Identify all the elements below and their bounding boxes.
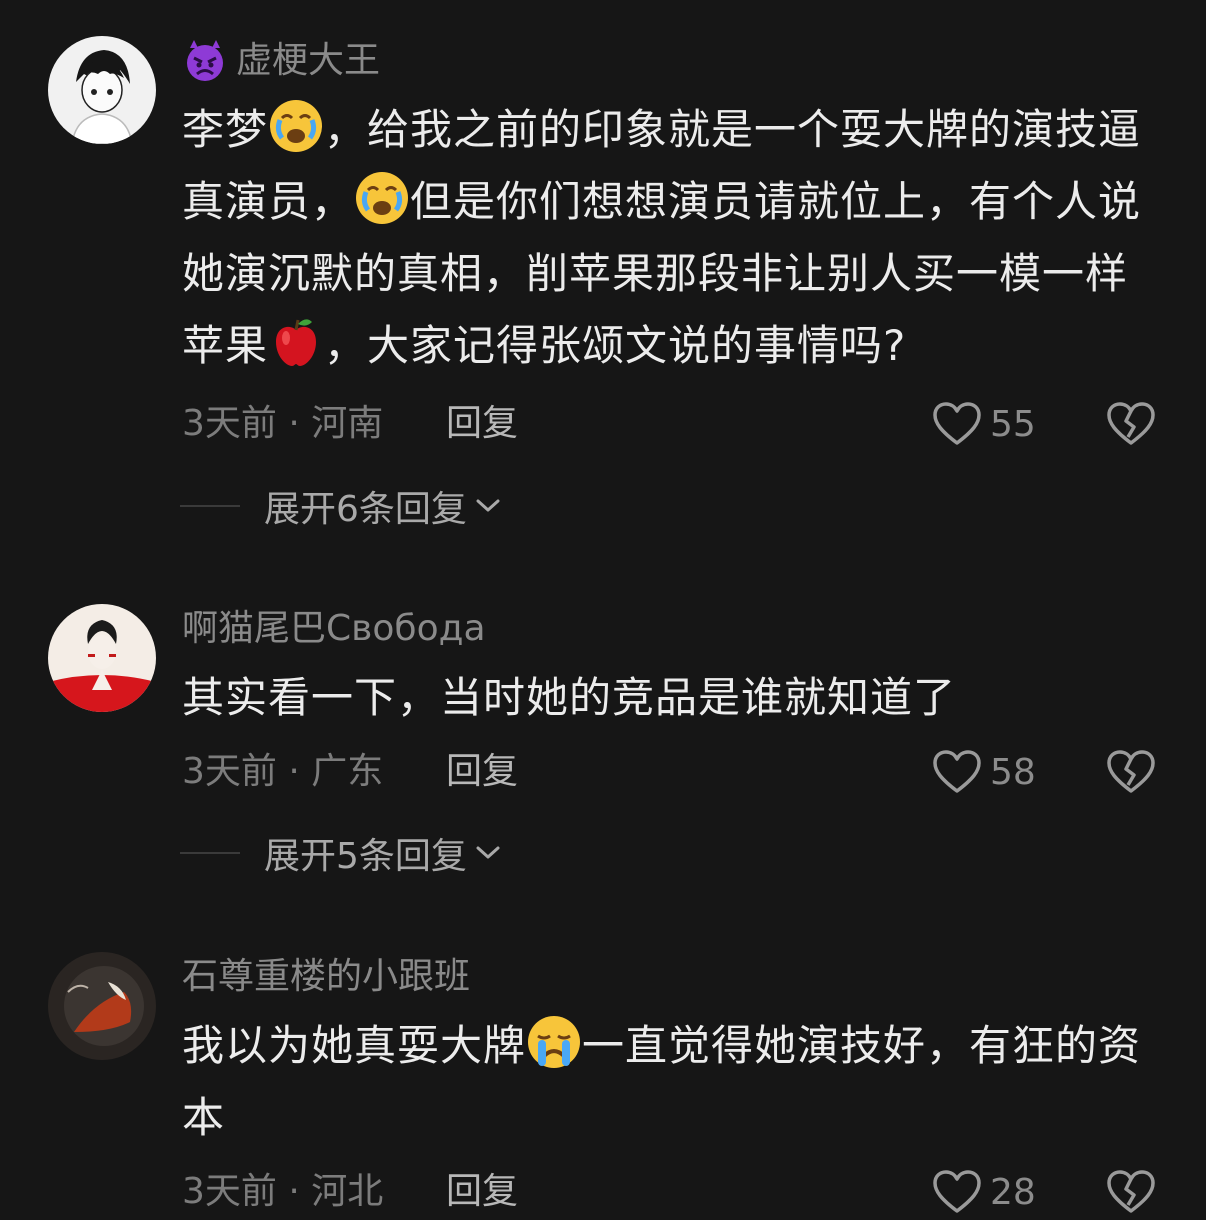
reply-button[interactable]: 回复	[446, 396, 518, 452]
broken-heart-icon[interactable]	[1106, 749, 1156, 795]
apple-emoji-icon	[268, 314, 324, 370]
comment-text: 其实看一下，当时她的竞品是谁就知道了	[182, 673, 957, 722]
comment-meta: 3天前 · 河北 回复	[182, 1164, 518, 1220]
heart-icon	[932, 1169, 982, 1215]
like-count: 55	[990, 403, 1036, 445]
chevron-down-icon	[475, 498, 501, 514]
broken-heart-icon[interactable]	[1106, 401, 1156, 447]
girl-red-dress-avatar-image	[48, 604, 156, 712]
username[interactable]: 虚梗大王	[182, 36, 380, 86]
time-location: 3天前 · 广东	[182, 751, 384, 792]
avatar[interactable]	[48, 952, 156, 1060]
avatar[interactable]	[48, 604, 156, 712]
like-button[interactable]: 55	[932, 396, 1036, 452]
like-count: 58	[990, 751, 1036, 793]
avatar[interactable]	[48, 36, 156, 144]
expand-replies-button[interactable]: 展开5条回复	[180, 828, 501, 878]
anime-boy-avatar-image	[48, 36, 156, 144]
heart-icon	[932, 749, 982, 795]
time-location: 3天前 · 河南	[182, 403, 384, 444]
like-count: 28	[990, 1171, 1036, 1213]
comment-meta: 3天前 · 河南 回复	[182, 396, 518, 452]
dark-painting-avatar-image	[48, 952, 156, 1060]
loudly-crying-face-icon	[526, 1014, 582, 1070]
like-button[interactable]: 58	[932, 744, 1036, 800]
chevron-down-icon	[475, 845, 501, 861]
username[interactable]: 石尊重楼的小跟班	[182, 952, 470, 1002]
time-location: 3天前 · 河北	[182, 1171, 384, 1212]
reply-button[interactable]: 回复	[446, 744, 518, 800]
broken-heart-icon[interactable]	[1106, 1169, 1156, 1215]
username[interactable]: 啊猫尾巴Свобода	[182, 604, 486, 654]
comment-text: 李梦 ，给我之前的印象就是一个耍大牌的演技逼真演员， 但是你们想想演员请就位上，有个…	[182, 94, 1162, 382]
expand-replies-button[interactable]: 展开6条回复	[180, 481, 501, 531]
divider	[180, 505, 240, 507]
comment-meta: 3天前 · 广东 回复	[182, 744, 518, 800]
comment-text: 我以为她真耍大牌 一直觉得她演技好，有狂的资本	[182, 1010, 1162, 1154]
devil-emoji-icon	[187, 40, 223, 81]
divider	[180, 852, 240, 854]
crying-face-icon	[354, 170, 410, 226]
crying-face-icon	[268, 98, 324, 154]
reply-button[interactable]: 回复	[446, 1164, 518, 1220]
like-button[interactable]: 28	[932, 1164, 1036, 1220]
heart-icon	[932, 401, 982, 447]
